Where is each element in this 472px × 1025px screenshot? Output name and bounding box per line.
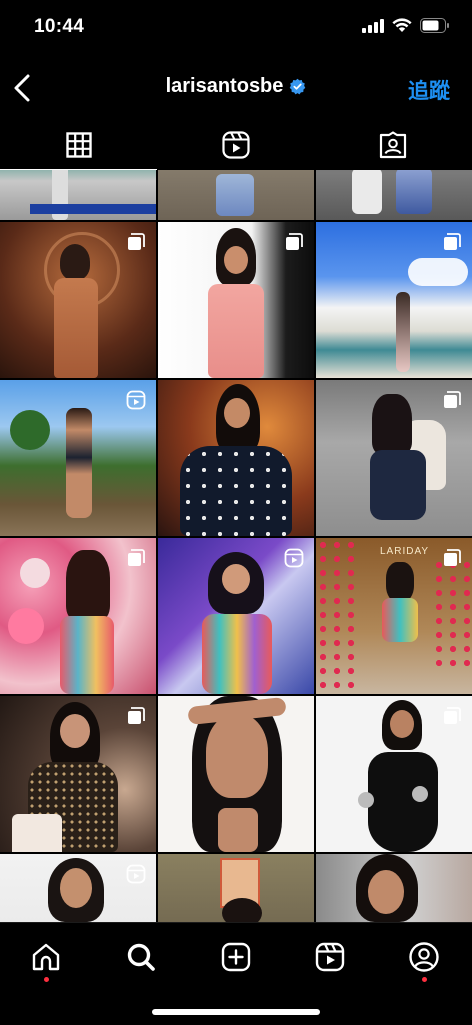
reels-icon bbox=[221, 131, 250, 159]
search-icon bbox=[127, 943, 155, 971]
grid-icon bbox=[65, 132, 92, 158]
reel-icon bbox=[126, 864, 146, 884]
signal-icon bbox=[362, 18, 384, 33]
carousel-icon bbox=[444, 549, 461, 566]
tab-reels[interactable] bbox=[157, 120, 314, 170]
carousel-icon bbox=[286, 233, 303, 250]
post-thumbnail[interactable] bbox=[316, 170, 472, 220]
carousel-icon bbox=[128, 549, 145, 566]
profile-icon bbox=[409, 942, 439, 972]
nav-create[interactable] bbox=[216, 937, 256, 977]
carousel-icon bbox=[444, 391, 461, 408]
tagged-icon bbox=[379, 131, 406, 159]
post-thumbnail[interactable] bbox=[0, 538, 156, 694]
profile-notification-dot bbox=[422, 977, 427, 982]
carousel-icon bbox=[444, 707, 461, 724]
status-icons bbox=[362, 18, 450, 33]
post-thumbnail[interactable] bbox=[316, 222, 472, 378]
profile-header: larisantosbe 追蹤 bbox=[0, 56, 472, 120]
add-post-icon bbox=[221, 942, 251, 972]
post-thumbnail[interactable] bbox=[158, 170, 314, 220]
reels-icon bbox=[315, 942, 345, 972]
carousel-icon bbox=[128, 233, 145, 250]
nav-profile[interactable] bbox=[404, 937, 444, 977]
home-icon bbox=[32, 943, 60, 971]
bottom-nav bbox=[0, 922, 472, 1025]
post-thumbnail[interactable] bbox=[316, 380, 472, 536]
tab-posts-grid[interactable] bbox=[0, 120, 157, 170]
cell-overlay-text: LARIDAY bbox=[380, 546, 430, 557]
post-thumbnail[interactable] bbox=[0, 696, 156, 852]
post-thumbnail[interactable] bbox=[0, 170, 156, 220]
post-thumbnail[interactable] bbox=[158, 854, 314, 922]
posts-grid: LARIDAY bbox=[0, 170, 472, 922]
reel-icon bbox=[284, 548, 304, 568]
carousel-icon bbox=[128, 707, 145, 724]
profile-username: larisantosbe bbox=[165, 75, 284, 97]
tab-tagged[interactable] bbox=[314, 120, 471, 170]
nav-home[interactable] bbox=[26, 937, 66, 977]
home-notification-dot bbox=[44, 977, 49, 982]
post-thumbnail[interactable] bbox=[158, 538, 314, 694]
post-thumbnail[interactable]: LARIDAY bbox=[316, 538, 472, 694]
nav-search[interactable] bbox=[121, 937, 161, 977]
status-bar: 10:44 bbox=[0, 0, 472, 56]
post-thumbnail[interactable] bbox=[0, 380, 156, 536]
carousel-icon bbox=[444, 233, 461, 250]
post-thumbnail[interactable] bbox=[0, 222, 156, 378]
post-thumbnail[interactable] bbox=[158, 222, 314, 378]
follow-button[interactable]: 追蹤 bbox=[408, 75, 450, 105]
verified-badge-icon bbox=[290, 78, 306, 95]
nav-reels[interactable] bbox=[310, 937, 350, 977]
wifi-icon bbox=[392, 18, 412, 32]
reel-icon bbox=[126, 390, 146, 410]
battery-icon bbox=[420, 18, 449, 33]
profile-tabs bbox=[0, 120, 472, 170]
post-thumbnail[interactable] bbox=[316, 854, 472, 922]
post-thumbnail[interactable] bbox=[158, 696, 314, 852]
post-thumbnail[interactable] bbox=[0, 854, 156, 922]
profile-title: larisantosbe bbox=[0, 75, 472, 98]
home-indicator[interactable] bbox=[152, 1009, 320, 1015]
post-thumbnail[interactable] bbox=[158, 380, 314, 536]
status-time: 10:44 bbox=[34, 16, 85, 37]
post-thumbnail[interactable] bbox=[316, 696, 472, 852]
